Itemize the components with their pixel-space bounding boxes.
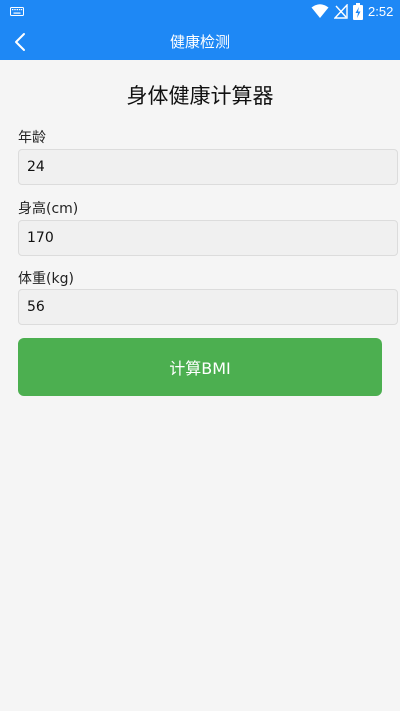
battery-charging-icon [353, 3, 363, 20]
app-bar-title: 健康检测 [169, 33, 230, 51]
page-title: 身体健康计算器 [126, 84, 274, 108]
calculate-bmi-button[interactable]: 计算BMI [18, 338, 382, 396]
age-input[interactable] [18, 149, 398, 185]
height-label: 身高(cm) [18, 201, 79, 217]
keyboard-icon [10, 7, 24, 16]
status-bar: 2:52 [0, 0, 400, 24]
status-time: 2:52 [368, 4, 394, 19]
age-label: 年龄 [18, 130, 46, 146]
weight-input[interactable] [18, 289, 398, 325]
app-bar: 健康检测 [0, 24, 400, 60]
no-signal-icon [334, 4, 348, 19]
back-chevron-icon[interactable] [10, 31, 32, 53]
wifi-icon [311, 4, 329, 18]
height-input[interactable] [18, 220, 398, 256]
weight-label: 体重(kg) [18, 271, 74, 287]
